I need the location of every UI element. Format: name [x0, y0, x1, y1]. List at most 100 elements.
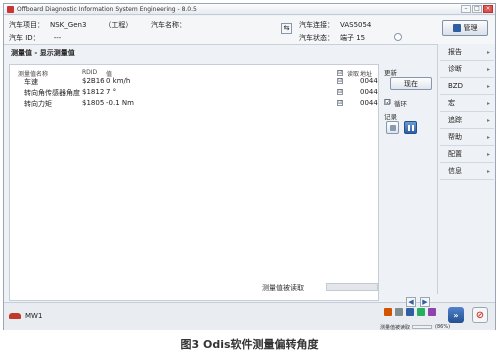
vehicle-id-info: 汽车 ID： ---: [9, 33, 61, 43]
row-read-checkbox[interactable]: ☑: [337, 100, 343, 106]
row-read-checkbox[interactable]: ☑: [337, 78, 343, 84]
state-label: 汽车状态：: [299, 34, 334, 42]
row-value: -0.1 Nm: [106, 99, 134, 107]
project-info: 汽车项目： NSK_Gen3 （工程）: [9, 20, 132, 30]
manage-button-label: 管理: [463, 24, 478, 32]
row-name: 车速: [24, 78, 38, 86]
table-row[interactable]: 车速 $2B16 0 km/h ☑ 0044: [10, 77, 378, 87]
connection-label: 汽车连接：: [299, 21, 334, 29]
record-start-button[interactable]: [386, 121, 399, 134]
vehicle-id-label: 汽车 ID：: [9, 34, 40, 42]
sidebar-item-info[interactable]: 信息 ▸: [440, 163, 494, 180]
status-text: 测量值被读取: [262, 284, 304, 292]
voltage-label: 测量值被读取: [380, 324, 410, 331]
column-header-rdid: RDID: [82, 69, 98, 76]
bottom-toolbar: MW1 ◀ ▶ » ⊘ 测量值被读取 (86%): [4, 297, 495, 331]
stop-button[interactable]: ⊘: [472, 307, 488, 323]
voltage-bar: [412, 325, 432, 329]
voltage-value: (86%): [435, 324, 451, 330]
record-label: 记录: [384, 113, 397, 121]
tab-mw1[interactable]: MW1: [9, 309, 42, 322]
sidebar-item-diagnosis[interactable]: 诊断 ▸: [440, 61, 494, 78]
row-name: 转向角传感器角度: [24, 89, 80, 97]
sidebar-item-label: 诊断: [448, 65, 462, 73]
voltage-text: 测量值被读取: [380, 325, 411, 331]
tool-icons: [384, 308, 436, 316]
row-address: 0044: [360, 99, 378, 107]
row-rdid: $1805: [82, 99, 105, 107]
chevron-right-icon: ▸: [486, 133, 490, 141]
table-row[interactable]: 转向角传感器角度 $1812 7 ° ☑ 0044: [10, 88, 378, 98]
connection-icon[interactable]: ⇆: [281, 23, 292, 34]
sidebar-item-bzd[interactable]: BZD ▸: [440, 78, 494, 95]
state-value: 端子 15: [340, 34, 366, 42]
chevron-right-icon: ▸: [486, 116, 490, 124]
sidebar-nav: 报告 ▸ 诊断 ▸ BZD ▸ 宏 ▸ 追踪 ▸ 帮助 ▸ 配置 ▸ 信息 ▸: [437, 44, 495, 294]
state-info: 汽车状态： 端子 15: [299, 33, 365, 43]
vehicle-info-bar: 汽车项目： NSK_Gen3 （工程） 汽车名称： 汽车 ID： --- ⇆ 汽车连接…: [4, 16, 495, 45]
camera-icon[interactable]: [406, 308, 414, 316]
row-value: 0 km/h: [106, 77, 131, 85]
connection-value: VAS5054: [340, 21, 372, 29]
header-checkbox[interactable]: ☑: [337, 70, 343, 76]
back-arrow-icon[interactable]: ◀: [406, 297, 416, 307]
sidebar-item-help[interactable]: 帮助 ▸: [440, 129, 494, 146]
sidebar-item-label: 报告: [448, 48, 462, 56]
print-icon[interactable]: [395, 308, 403, 316]
tools-icon[interactable]: [417, 308, 425, 316]
update-label: 更新: [384, 69, 397, 77]
connection-info: 汽车连接： VAS5054: [299, 20, 371, 30]
sidebar-item-label: BZD: [448, 82, 463, 90]
history-nav: ◀ ▶: [406, 297, 430, 307]
page-title: 测量值 - 显示测量值: [11, 49, 75, 57]
sidebar-item-label: 帮助: [448, 133, 462, 141]
project-label: 汽车项目：: [9, 21, 44, 29]
record-tool-icon[interactable]: [384, 308, 392, 316]
record-icon: [389, 124, 396, 131]
row-address: 0044: [360, 77, 378, 85]
sidebar-item-label: 宏: [448, 99, 455, 107]
forward-arrow-icon[interactable]: ▶: [420, 297, 430, 307]
vehicle-id-value: ---: [53, 34, 62, 42]
update-panel: 更新 现在 ☑ 循环 记录: [382, 64, 434, 301]
row-address: 0044: [360, 88, 378, 96]
minimize-icon[interactable]: –: [461, 5, 471, 13]
status-progress-bar: [326, 283, 378, 291]
sidebar-item-label: 信息: [448, 167, 462, 175]
row-rdid: $2B16: [82, 77, 105, 85]
row-rdid: $1812: [82, 88, 105, 96]
display-now-button[interactable]: 现在: [390, 77, 432, 90]
record-pause-button[interactable]: [404, 121, 417, 134]
info-icon[interactable]: [394, 33, 402, 41]
maximize-icon[interactable]: □: [472, 5, 482, 13]
app-logo-icon: [7, 5, 14, 13]
sidebar-item-trace[interactable]: 追踪 ▸: [440, 112, 494, 129]
table-header: 测量值名称 RDID 值 读取 地址 ☑: [10, 65, 378, 78]
next-button[interactable]: »: [448, 307, 464, 323]
vehicle-name-label: 汽车名称：: [151, 21, 186, 29]
sidebar-item-macro[interactable]: 宏 ▸: [440, 95, 494, 112]
figure-caption: 图3 Odis软件测量偏转角度: [180, 338, 319, 351]
window-title: Offboard Diagnostic Information System E…: [17, 5, 197, 13]
sidebar-item-config[interactable]: 配置 ▸: [440, 146, 494, 163]
pause-icon: [407, 124, 414, 131]
measurement-table: 测量值名称 RDID 值 读取 地址 ☑ 车速 $2B16 0 km/h ☑ 0…: [9, 64, 379, 301]
manage-button[interactable]: 管理: [442, 20, 488, 36]
project-note: （工程）: [104, 21, 133, 29]
project-value: NSK_Gen3: [50, 21, 87, 29]
sidebar-item-label: 配置: [448, 150, 462, 158]
car-icon: [9, 312, 21, 319]
loop-label: 循环: [394, 100, 407, 108]
odis-window: Offboard Diagnostic Information System E…: [3, 3, 496, 331]
vehicle-name-info: 汽车名称：: [151, 20, 186, 30]
row-value: 7 °: [106, 88, 117, 96]
chevron-right-icon: ▸: [486, 48, 490, 56]
loop-checkbox[interactable]: ☑: [384, 99, 391, 105]
chevron-right-icon: ▸: [486, 167, 490, 175]
help-icon[interactable]: [428, 308, 436, 316]
sidebar-item-report[interactable]: 报告 ▸: [440, 44, 494, 61]
table-row[interactable]: 转向力矩 $1805 -0.1 Nm ☑ 0044: [10, 99, 378, 109]
row-read-checkbox[interactable]: ☑: [337, 89, 343, 95]
title-bar: Offboard Diagnostic Information System E…: [4, 4, 495, 15]
close-icon[interactable]: ×: [483, 5, 493, 13]
